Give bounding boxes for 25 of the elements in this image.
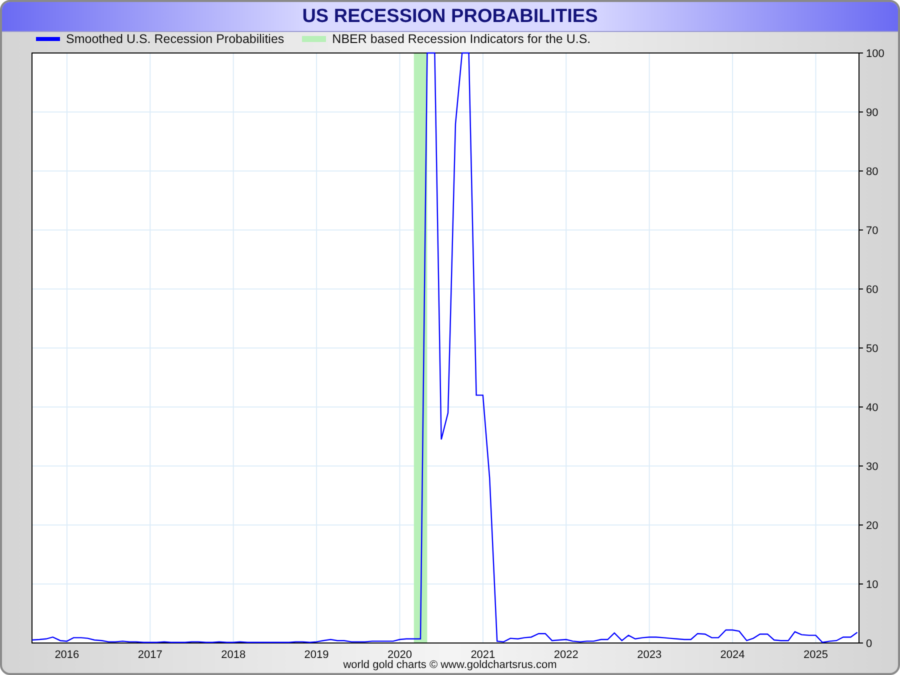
- axis-label: 90: [866, 107, 878, 119]
- axis-label: 40: [866, 402, 878, 414]
- footer-credit: world gold charts © www.goldchartsrus.com: [343, 658, 557, 672]
- axis-label: 2024: [720, 649, 745, 658]
- axis-label: 2021: [470, 649, 496, 658]
- axis-label: 80: [866, 166, 878, 178]
- axis-label: 0: [866, 638, 872, 650]
- axis-label: 2025: [804, 649, 828, 658]
- axis-label: 2023: [637, 649, 662, 658]
- axis-label: 20: [866, 520, 878, 532]
- chart-title: US RECESSION PROBABILITIES: [302, 6, 598, 28]
- axis-label: 2018: [221, 649, 246, 658]
- legend-label: Smoothed U.S. Recession Probabilities: [66, 32, 284, 46]
- axis-label: 2020: [388, 649, 412, 658]
- axis-label: 2017: [138, 649, 162, 658]
- axis-label: 2022: [554, 649, 578, 658]
- axis-label: 30: [866, 461, 878, 473]
- axis-label: 10: [866, 579, 878, 591]
- axis-label: 50: [866, 343, 878, 355]
- axis-label: 100: [866, 48, 884, 60]
- axis-label: 70: [866, 225, 878, 237]
- axis-label: 2016: [54, 649, 80, 658]
- legend-label: NBER based Recession Indicators for the U.S.: [332, 32, 591, 46]
- axis-label: 2019: [304, 649, 329, 658]
- axis-label: 60: [866, 284, 878, 296]
